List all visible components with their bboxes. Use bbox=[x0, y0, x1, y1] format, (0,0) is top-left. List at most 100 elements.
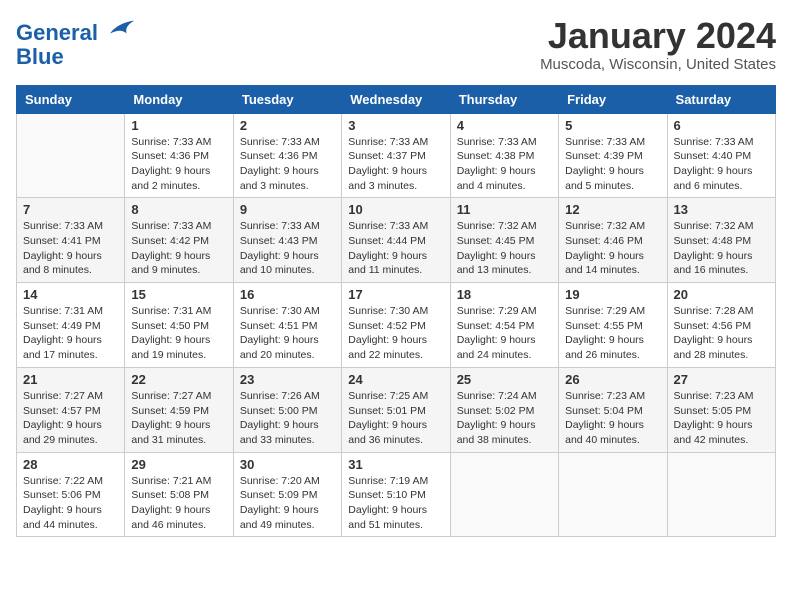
day-number: 28 bbox=[23, 457, 118, 472]
day-number: 3 bbox=[348, 118, 443, 133]
day-number: 18 bbox=[457, 287, 552, 302]
weekday-header-cell: Saturday bbox=[667, 85, 775, 113]
calendar-day-cell: 21 Sunrise: 7:27 AMSunset: 4:57 PMDayligh… bbox=[17, 367, 125, 452]
weekday-header-cell: Tuesday bbox=[233, 85, 341, 113]
calendar-day-cell: 13Sunrise: 7:32 AMSunset: 4:48 PMDayligh… bbox=[667, 198, 775, 283]
day-number: 11 bbox=[457, 202, 552, 217]
logo: General Blue bbox=[16, 16, 136, 69]
day-info: Sunrise: 7:30 AMSunset: 4:51 PMDaylight:… bbox=[240, 304, 335, 363]
day-info: Sunrise: 7:24 AMSunset: 5:02 PMDaylight:… bbox=[457, 389, 552, 448]
calendar-day-cell: 22 Sunrise: 7:27 AMSunset: 4:59 PMDayligh… bbox=[125, 367, 233, 452]
calendar-day-cell: 31 Sunrise: 7:19 AMSunset: 5:10 PMDayligh… bbox=[342, 452, 450, 537]
calendar-day-cell bbox=[17, 113, 125, 198]
day-info: Sunrise: 7:22 AMSunset: 5:06 PMDaylight:… bbox=[23, 474, 118, 533]
calendar-week-row: 28 Sunrise: 7:22 AMSunset: 5:06 PMDayligh… bbox=[17, 452, 776, 537]
calendar-day-cell: 4 Sunrise: 7:33 AMSunset: 4:38 PMDaylight… bbox=[450, 113, 558, 198]
day-info: Sunrise: 7:33 AMSunset: 4:44 PMDaylight:… bbox=[348, 219, 443, 278]
calendar-day-cell: 26Sunrise: 7:23 AMSunset: 5:04 PMDayligh… bbox=[559, 367, 667, 452]
day-number: 23 bbox=[240, 372, 335, 387]
day-info: Sunrise: 7:33 AMSunset: 4:42 PMDaylight:… bbox=[131, 219, 226, 278]
calendar-day-cell: 16Sunrise: 7:30 AMSunset: 4:51 PMDayligh… bbox=[233, 283, 341, 368]
calendar-week-row: 1 Sunrise: 7:33 AMSunset: 4:36 PMDaylight… bbox=[17, 113, 776, 198]
calendar-day-cell bbox=[667, 452, 775, 537]
day-info: Sunrise: 7:33 AMSunset: 4:36 PMDaylight:… bbox=[240, 135, 335, 194]
calendar-week-row: 14 Sunrise: 7:31 AMSunset: 4:49 PMDayligh… bbox=[17, 283, 776, 368]
calendar-table: SundayMondayTuesdayWednesdayThursdayFrid… bbox=[16, 85, 776, 538]
day-info: Sunrise: 7:31 AMSunset: 4:49 PMDaylight:… bbox=[23, 304, 118, 363]
day-info: Sunrise: 7:23 AMSunset: 5:05 PMDaylight:… bbox=[674, 389, 769, 448]
day-info: Sunrise: 7:27 AMSunset: 4:57 PMDaylight:… bbox=[23, 389, 118, 448]
day-number: 1 bbox=[131, 118, 226, 133]
day-number: 13 bbox=[674, 202, 769, 217]
weekday-header-cell: Monday bbox=[125, 85, 233, 113]
calendar-day-cell: 27 Sunrise: 7:23 AMSunset: 5:05 PMDayligh… bbox=[667, 367, 775, 452]
calendar-day-cell: 10Sunrise: 7:33 AMSunset: 4:44 PMDayligh… bbox=[342, 198, 450, 283]
day-number: 31 bbox=[348, 457, 443, 472]
day-info: Sunrise: 7:25 AMSunset: 5:01 PMDaylight:… bbox=[348, 389, 443, 448]
calendar-day-cell bbox=[559, 452, 667, 537]
day-number: 9 bbox=[240, 202, 335, 217]
day-info: Sunrise: 7:32 AMSunset: 4:45 PMDaylight:… bbox=[457, 219, 552, 278]
day-info: Sunrise: 7:30 AMSunset: 4:52 PMDaylight:… bbox=[348, 304, 443, 363]
weekday-header-cell: Sunday bbox=[17, 85, 125, 113]
logo-icon bbox=[108, 16, 136, 40]
calendar-day-cell: 9Sunrise: 7:33 AMSunset: 4:43 PMDaylight… bbox=[233, 198, 341, 283]
day-number: 8 bbox=[131, 202, 226, 217]
day-number: 20 bbox=[674, 287, 769, 302]
weekday-header-cell: Friday bbox=[559, 85, 667, 113]
weekday-header-cell: Thursday bbox=[450, 85, 558, 113]
calendar-day-cell: 15Sunrise: 7:31 AMSunset: 4:50 PMDayligh… bbox=[125, 283, 233, 368]
day-info: Sunrise: 7:33 AMSunset: 4:36 PMDaylight:… bbox=[131, 135, 226, 194]
day-info: Sunrise: 7:33 AMSunset: 4:37 PMDaylight:… bbox=[348, 135, 443, 194]
calendar-day-cell: 25 Sunrise: 7:24 AMSunset: 5:02 PMDayligh… bbox=[450, 367, 558, 452]
calendar-day-cell: 24 Sunrise: 7:25 AMSunset: 5:01 PMDayligh… bbox=[342, 367, 450, 452]
calendar-day-cell: 12Sunrise: 7:32 AMSunset: 4:46 PMDayligh… bbox=[559, 198, 667, 283]
calendar-day-cell: 18Sunrise: 7:29 AMSunset: 4:54 PMDayligh… bbox=[450, 283, 558, 368]
weekday-header-row: SundayMondayTuesdayWednesdayThursdayFrid… bbox=[17, 85, 776, 113]
day-number: 2 bbox=[240, 118, 335, 133]
day-info: Sunrise: 7:27 AMSunset: 4:59 PMDaylight:… bbox=[131, 389, 226, 448]
location: Muscoda, Wisconsin, United States bbox=[540, 56, 776, 73]
day-number: 7 bbox=[23, 202, 118, 217]
weekday-header-cell: Wednesday bbox=[342, 85, 450, 113]
logo-blue: Blue bbox=[16, 45, 136, 69]
day-number: 24 bbox=[348, 372, 443, 387]
calendar-day-cell: 1 Sunrise: 7:33 AMSunset: 4:36 PMDaylight… bbox=[125, 113, 233, 198]
calendar-day-cell: 3 Sunrise: 7:33 AMSunset: 4:37 PMDaylight… bbox=[342, 113, 450, 198]
calendar-day-cell: 19Sunrise: 7:29 AMSunset: 4:55 PMDayligh… bbox=[559, 283, 667, 368]
calendar-day-cell: 8 Sunrise: 7:33 AMSunset: 4:42 PMDaylight… bbox=[125, 198, 233, 283]
calendar-day-cell: 7 Sunrise: 7:33 AMSunset: 4:41 PMDaylight… bbox=[17, 198, 125, 283]
day-number: 4 bbox=[457, 118, 552, 133]
day-info: Sunrise: 7:33 AMSunset: 4:38 PMDaylight:… bbox=[457, 135, 552, 194]
day-number: 15 bbox=[131, 287, 226, 302]
calendar-day-cell: 2 Sunrise: 7:33 AMSunset: 4:36 PMDaylight… bbox=[233, 113, 341, 198]
logo-text: General bbox=[16, 16, 136, 45]
calendar-day-cell: 5 Sunrise: 7:33 AMSunset: 4:39 PMDaylight… bbox=[559, 113, 667, 198]
day-number: 29 bbox=[131, 457, 226, 472]
day-number: 14 bbox=[23, 287, 118, 302]
calendar-day-cell: 28 Sunrise: 7:22 AMSunset: 5:06 PMDayligh… bbox=[17, 452, 125, 537]
calendar-week-row: 7 Sunrise: 7:33 AMSunset: 4:41 PMDaylight… bbox=[17, 198, 776, 283]
calendar-day-cell: 23 Sunrise: 7:26 AMSunset: 5:00 PMDayligh… bbox=[233, 367, 341, 452]
page-header: General Blue January 2024 Muscoda, Wisco… bbox=[16, 16, 776, 73]
day-info: Sunrise: 7:19 AMSunset: 5:10 PMDaylight:… bbox=[348, 474, 443, 533]
day-number: 25 bbox=[457, 372, 552, 387]
day-number: 5 bbox=[565, 118, 660, 133]
day-info: Sunrise: 7:32 AMSunset: 4:46 PMDaylight:… bbox=[565, 219, 660, 278]
day-info: Sunrise: 7:20 AMSunset: 5:09 PMDaylight:… bbox=[240, 474, 335, 533]
calendar-day-cell: 17Sunrise: 7:30 AMSunset: 4:52 PMDayligh… bbox=[342, 283, 450, 368]
calendar-day-cell: 30Sunrise: 7:20 AMSunset: 5:09 PMDayligh… bbox=[233, 452, 341, 537]
day-number: 22 bbox=[131, 372, 226, 387]
day-info: Sunrise: 7:33 AMSunset: 4:39 PMDaylight:… bbox=[565, 135, 660, 194]
calendar-day-cell: 6Sunrise: 7:33 AMSunset: 4:40 PMDaylight… bbox=[667, 113, 775, 198]
month-title: January 2024 bbox=[540, 16, 776, 56]
calendar-body: 1 Sunrise: 7:33 AMSunset: 4:36 PMDaylight… bbox=[17, 113, 776, 537]
day-number: 27 bbox=[674, 372, 769, 387]
day-info: Sunrise: 7:33 AMSunset: 4:41 PMDaylight:… bbox=[23, 219, 118, 278]
day-number: 6 bbox=[674, 118, 769, 133]
day-number: 19 bbox=[565, 287, 660, 302]
calendar-day-cell bbox=[450, 452, 558, 537]
day-number: 21 bbox=[23, 372, 118, 387]
day-info: Sunrise: 7:26 AMSunset: 5:00 PMDaylight:… bbox=[240, 389, 335, 448]
title-block: January 2024 Muscoda, Wisconsin, United … bbox=[540, 16, 776, 73]
